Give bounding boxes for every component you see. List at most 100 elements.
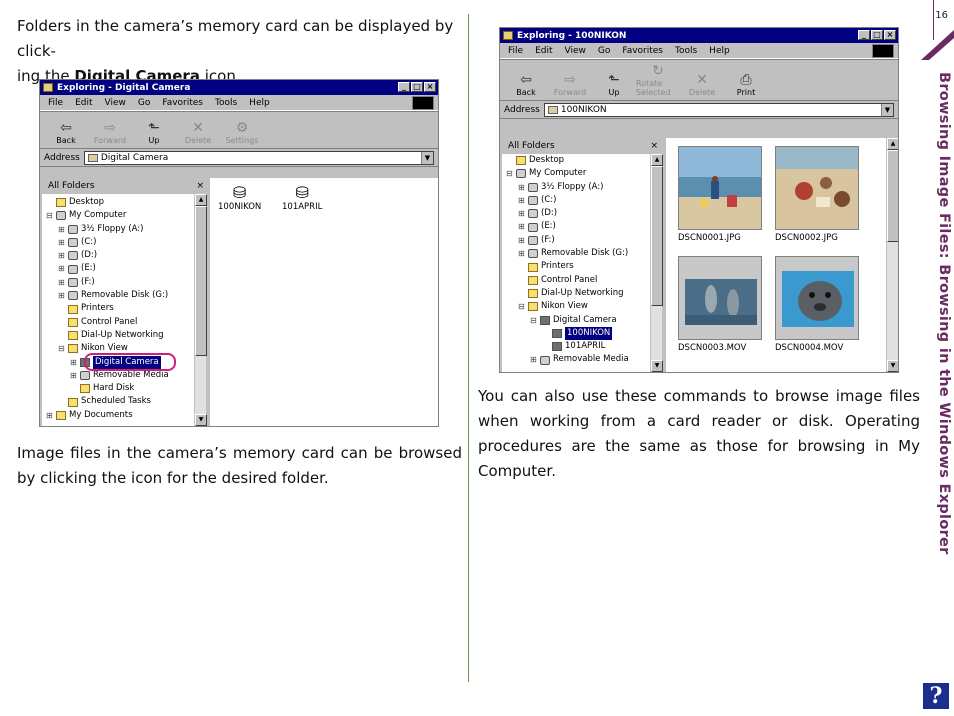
expand-toggle-icon[interactable]: ⊞ — [530, 353, 538, 366]
menu-edit[interactable]: Edit — [75, 98, 92, 108]
tree-item-control-panel[interactable]: Control Panel — [46, 316, 194, 329]
folder-item-100nikon[interactable]: ⛁ 100NIKON — [218, 184, 261, 213]
tree-item-printers[interactable]: Printers — [46, 302, 194, 315]
expand-toggle-icon[interactable]: ⊞ — [518, 207, 526, 220]
menu-favorites[interactable]: Favorites — [622, 46, 663, 56]
window1-titlebar[interactable]: Exploring - Digital Camera _ □ × — [40, 80, 438, 95]
scroll-thumb[interactable] — [887, 150, 898, 242]
tree-item-my-computer[interactable]: ⊟ My Computer — [506, 167, 650, 180]
minimize-icon[interactable]: _ — [398, 82, 410, 92]
expand-toggle-icon[interactable]: ⊞ — [58, 276, 66, 289]
expand-toggle-icon[interactable]: ⊞ — [58, 289, 66, 302]
expand-toggle-icon[interactable]: ⊟ — [506, 167, 514, 180]
address-field[interactable]: Digital Camera ▼ — [83, 150, 434, 165]
forward-button[interactable]: ⇨ Forward — [88, 120, 132, 148]
up-button[interactable]: ⬑ Up — [592, 72, 636, 100]
maximize-icon[interactable]: □ — [871, 30, 883, 40]
tree-item-removable-disk-g[interactable]: ⊞ Removable Disk (G:) — [506, 247, 650, 260]
tree-item-printers[interactable]: Printers — [506, 260, 650, 273]
tree-item-f[interactable]: ⊞ (F:) — [46, 276, 194, 289]
tree-item-c[interactable]: ⊞ (C:) — [46, 236, 194, 249]
menu-file[interactable]: File — [508, 46, 523, 56]
forward-button[interactable]: ⇨ Forward — [548, 72, 592, 100]
scroll-thumb[interactable] — [651, 166, 663, 306]
tree-item-desktop[interactable]: Desktop — [46, 196, 194, 209]
address-dropdown-icon[interactable]: ▼ — [881, 103, 893, 116]
expand-toggle-icon[interactable]: ⊟ — [46, 209, 54, 222]
scroll-down-icon[interactable]: ▼ — [651, 360, 663, 372]
menu-edit[interactable]: Edit — [535, 46, 552, 56]
menu-help[interactable]: Help — [709, 46, 730, 56]
tree-item-d[interactable]: ⊞ (D:) — [46, 249, 194, 262]
menu-view[interactable]: View — [565, 46, 586, 56]
settings-button[interactable]: ⚙ Settings — [220, 120, 264, 148]
tree-item-d[interactable]: ⊞ (D:) — [506, 207, 650, 220]
tree-item-f[interactable]: ⊞ (F:) — [506, 234, 650, 247]
menu-help[interactable]: Help — [249, 98, 270, 108]
expand-toggle-icon[interactable]: ⊞ — [518, 234, 526, 247]
window2-content-scrollbar[interactable]: ▲ ▼ — [886, 138, 898, 372]
close-icon[interactable]: × — [424, 82, 436, 92]
help-icon[interactable]: ? — [923, 683, 949, 709]
window2-titlebar[interactable]: Exploring - 100NIKON _ □ × — [500, 28, 898, 43]
up-button[interactable]: ⬑ Up — [132, 120, 176, 148]
window1-tree-scrollbar[interactable]: ▲ ▼ — [194, 194, 207, 426]
maximize-icon[interactable]: □ — [411, 82, 423, 92]
menu-tools[interactable]: Tools — [675, 46, 697, 56]
delete-button[interactable]: ✕ Delete — [680, 72, 724, 100]
expand-toggle-icon[interactable]: ⊞ — [518, 181, 526, 194]
back-button[interactable]: ⇦ Back — [44, 120, 88, 148]
scroll-up-icon[interactable]: ▲ — [195, 194, 207, 206]
scroll-down-icon[interactable]: ▼ — [887, 360, 898, 372]
address-field[interactable]: 100NIKON ▼ — [543, 102, 894, 117]
scroll-up-icon[interactable]: ▲ — [887, 138, 898, 150]
tree-item-nikon-view[interactable]: ⊟ Nikon View — [506, 300, 650, 313]
menu-view[interactable]: View — [105, 98, 126, 108]
expand-toggle-icon[interactable]: ⊞ — [58, 236, 66, 249]
tree-item-101april[interactable]: 101APRIL — [506, 340, 650, 353]
expand-toggle-icon[interactable]: ⊟ — [530, 314, 538, 327]
tree-item-digital-camera[interactable]: ⊟ Digital Camera — [506, 314, 650, 327]
thumbnail-dscn0001[interactable]: DSCN0001.JPG — [678, 146, 762, 243]
menu-go[interactable]: Go — [138, 98, 150, 108]
window2-tree-scrollbar[interactable]: ▲ ▼ — [650, 154, 663, 372]
tree-item-removable-disk-g[interactable]: ⊞ Removable Disk (G:) — [46, 289, 194, 302]
tree-item-my-documents[interactable]: ⊞ My Documents — [46, 409, 194, 422]
tree-item-dial-up-networking[interactable]: Dial-Up Networking — [506, 287, 650, 300]
expand-toggle-icon[interactable]: ⊞ — [518, 220, 526, 233]
scroll-down-icon[interactable]: ▼ — [195, 414, 207, 426]
delete-button[interactable]: ✕ Delete — [176, 120, 220, 148]
thumbnail-dscn0004[interactable]: DSCN0004.MOV — [775, 256, 859, 353]
expand-toggle-icon[interactable]: ⊟ — [58, 342, 66, 355]
expand-toggle-icon[interactable]: ⊞ — [518, 194, 526, 207]
expand-toggle-icon[interactable]: ⊞ — [70, 369, 78, 382]
tree-item-scheduled-tasks[interactable]: Scheduled Tasks — [46, 395, 194, 408]
expand-toggle-icon[interactable]: ⊞ — [70, 356, 78, 369]
tree-item-c[interactable]: ⊞ (C:) — [506, 194, 650, 207]
address-dropdown-icon[interactable]: ▼ — [421, 151, 433, 164]
back-button[interactable]: ⇦ Back — [504, 72, 548, 100]
scroll-thumb[interactable] — [195, 206, 207, 356]
thumbnail-dscn0002[interactable]: DSCN0002.JPG — [775, 146, 859, 243]
expand-toggle-icon[interactable]: ⊞ — [58, 223, 66, 236]
tree-item-control-panel[interactable]: Control Panel — [506, 274, 650, 287]
menu-favorites[interactable]: Favorites — [162, 98, 203, 108]
close-icon[interactable]: × — [884, 30, 896, 40]
menu-go[interactable]: Go — [598, 46, 610, 56]
tree-item-3-floppy-a[interactable]: ⊞ 3½ Floppy (A:) — [506, 181, 650, 194]
expand-toggle-icon[interactable]: ⊞ — [518, 247, 526, 260]
folder-item-101april[interactable]: ⛁ 101APRIL — [282, 184, 322, 213]
tree-item-desktop[interactable]: Desktop — [506, 154, 650, 167]
tree-item-dial-up-networking[interactable]: Dial-Up Networking — [46, 329, 194, 342]
rotate-selected-button[interactable]: ↻ Rotate Selected — [636, 63, 680, 100]
tree-item-hard-disk[interactable]: Hard Disk — [46, 382, 194, 395]
tree-item-100nikon[interactable]: 100NIKON — [506, 326, 650, 341]
expand-toggle-icon[interactable]: ⊞ — [58, 262, 66, 275]
menu-file[interactable]: File — [48, 98, 63, 108]
tree-item-removable-media[interactable]: ⊞ Removable Media — [506, 353, 650, 366]
close-pane-icon[interactable]: × — [196, 181, 204, 191]
expand-toggle-icon[interactable]: ⊞ — [46, 409, 54, 422]
scroll-up-icon[interactable]: ▲ — [651, 154, 663, 166]
tree-item-3-floppy-a[interactable]: ⊞ 3½ Floppy (A:) — [46, 223, 194, 236]
minimize-icon[interactable]: _ — [858, 30, 870, 40]
